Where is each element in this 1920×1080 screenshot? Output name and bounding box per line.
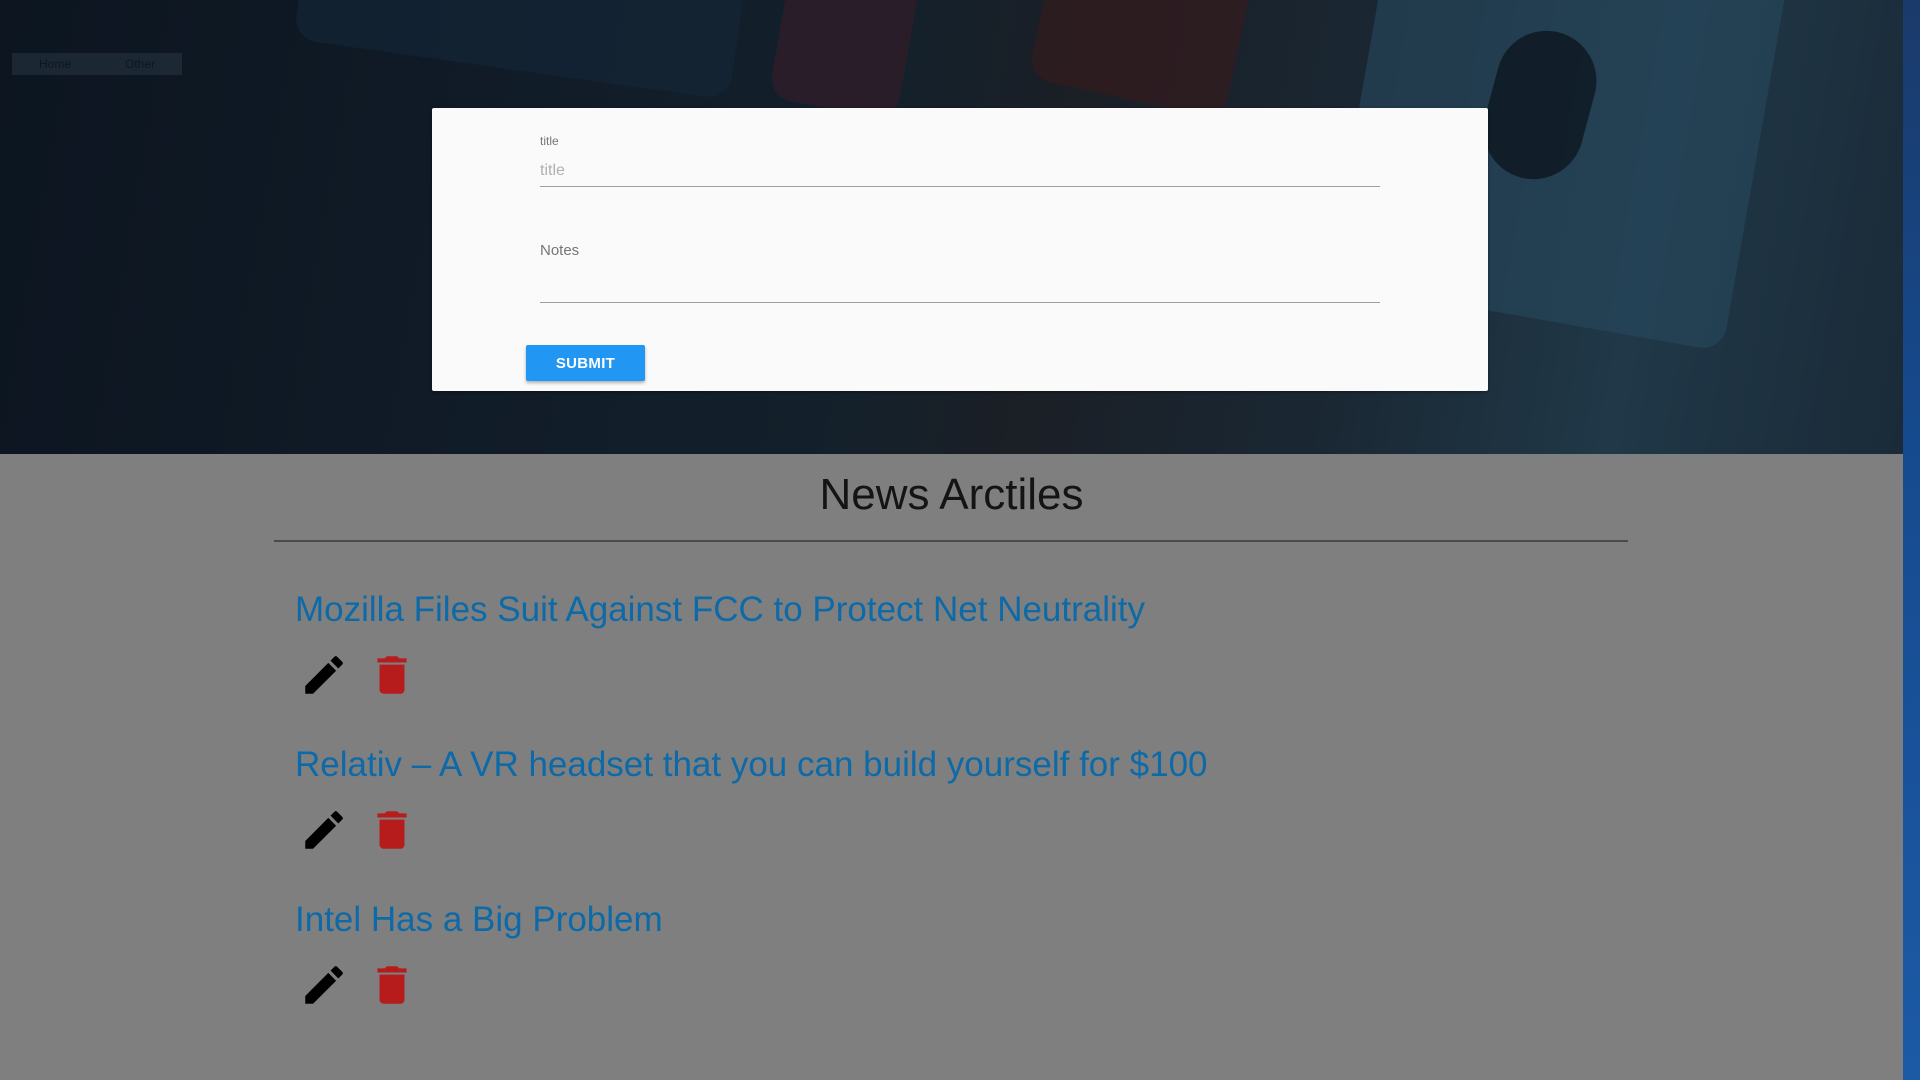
trash-icon[interactable] bbox=[367, 960, 417, 1010]
top-nav: Home Other bbox=[12, 53, 182, 75]
notes-label: Notes bbox=[540, 242, 580, 259]
hero-decoration bbox=[767, 0, 923, 121]
title-field-group: title bbox=[540, 134, 1380, 187]
notes-input[interactable] bbox=[540, 263, 1380, 303]
list-item: Intel Has a Big Problem bbox=[295, 895, 1595, 1050]
article-link[interactable]: Relativ – A VR headset that you can buil… bbox=[295, 740, 1595, 790]
divider bbox=[274, 540, 1628, 542]
hero-decoration bbox=[293, 0, 747, 100]
pencil-icon[interactable] bbox=[299, 650, 349, 700]
trash-icon[interactable] bbox=[367, 650, 417, 700]
article-actions bbox=[299, 960, 1595, 1010]
nav-item-home[interactable]: Home bbox=[39, 57, 71, 71]
nav-item-other[interactable]: Other bbox=[125, 57, 155, 71]
hero-decoration bbox=[1027, 0, 1253, 120]
pencil-icon[interactable] bbox=[299, 960, 349, 1010]
scrollbar[interactable] bbox=[1903, 0, 1920, 1080]
page-title: News Arctiles bbox=[819, 470, 1084, 519]
list-item: Mozilla Files Suit Against FCC to Protec… bbox=[295, 585, 1595, 740]
article-list: Mozilla Files Suit Against FCC to Protec… bbox=[295, 585, 1595, 1050]
article-link[interactable]: Intel Has a Big Problem bbox=[295, 895, 1595, 945]
title-label: title bbox=[540, 134, 559, 148]
article-actions bbox=[299, 805, 1595, 855]
pencil-icon[interactable] bbox=[299, 805, 349, 855]
trash-icon[interactable] bbox=[367, 805, 417, 855]
title-input[interactable] bbox=[540, 152, 1380, 187]
article-link[interactable]: Mozilla Files Suit Against FCC to Protec… bbox=[295, 585, 1595, 635]
article-form: title Notes SUBMIT bbox=[432, 108, 1488, 391]
submit-button[interactable]: SUBMIT bbox=[526, 345, 645, 381]
notes-field-group: Notes bbox=[540, 242, 1380, 303]
article-actions bbox=[299, 650, 1595, 700]
list-item: Relativ – A VR headset that you can buil… bbox=[295, 740, 1595, 895]
